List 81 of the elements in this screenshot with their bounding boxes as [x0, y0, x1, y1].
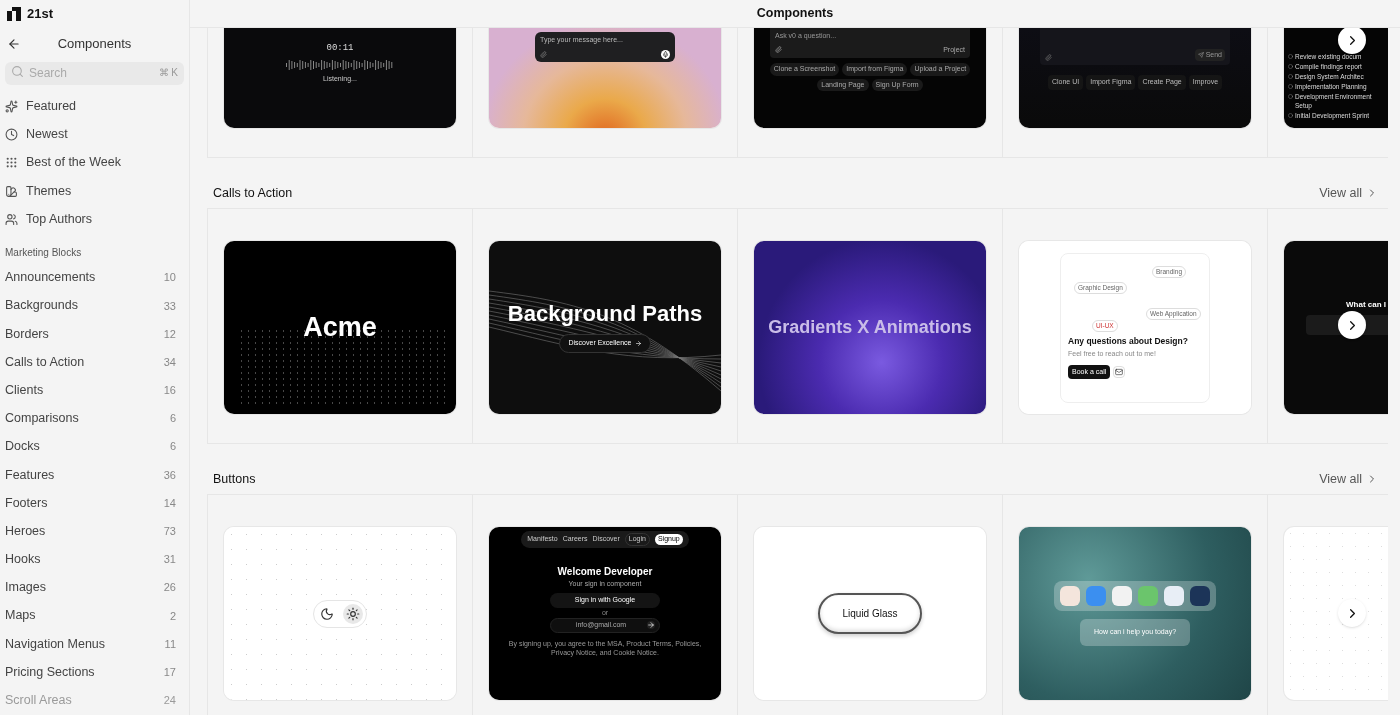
view-all-link[interactable]: View all	[1319, 469, 1378, 489]
nav-icon	[5, 212, 18, 226]
nav-item[interactable]: Newest	[5, 120, 184, 149]
page-title: Components	[756, 5, 834, 23]
item-count: 10	[163, 270, 176, 286]
nav-item[interactable]: Top Authors	[5, 205, 184, 234]
brand-name: 21st	[27, 5, 54, 24]
attach-icon	[775, 46, 782, 54]
sun-icon[interactable]	[343, 603, 363, 624]
category-item[interactable]: Footers 14	[5, 489, 184, 518]
nav-icon	[5, 99, 18, 113]
app-icon[interactable]	[1190, 586, 1210, 607]
category-item[interactable]: Calls to Action 34	[5, 348, 184, 377]
preview-title: Welcome Developer	[557, 564, 653, 579]
item-count: 34	[163, 354, 176, 370]
group-heading: Marketing Blocks	[5, 246, 83, 261]
preview-title: Background Paths	[507, 302, 703, 327]
category-item[interactable]: Maps 2	[5, 601, 184, 630]
component-preview[interactable]: Liquid Glass	[754, 527, 986, 700]
item-count: 6	[169, 411, 176, 427]
component-preview[interactable]: What can I	[1284, 241, 1388, 414]
item-count: 14	[163, 495, 176, 511]
item-count: 17	[163, 664, 176, 680]
app-icon[interactable]	[1164, 586, 1184, 607]
item-count: 11	[164, 636, 176, 652]
category-item[interactable]: Pricing Sections 17	[5, 658, 184, 687]
view-all-link[interactable]: View all	[1319, 183, 1378, 203]
item-count: 36	[163, 467, 176, 483]
attach-icon	[540, 51, 547, 58]
attach-icon	[1045, 54, 1052, 61]
section-title: Buttons	[213, 470, 256, 488]
item-count: 24	[163, 693, 176, 709]
category-item[interactable]: Docks 6	[5, 432, 184, 461]
glass-button[interactable]: Liquid Glass	[818, 593, 922, 634]
item-count: 26	[163, 580, 176, 596]
app-icon[interactable]	[1112, 586, 1132, 607]
timer-text: 00:11	[326, 42, 354, 55]
component-preview[interactable]	[489, 527, 721, 700]
item-count: 16	[163, 383, 176, 399]
item-count: 2	[169, 608, 176, 624]
mail-icon[interactable]	[1113, 365, 1126, 378]
nav-icon	[5, 184, 18, 198]
category-item[interactable]: Backgrounds 33	[5, 291, 184, 320]
preview-title: Gradients X Animations	[768, 316, 972, 339]
shortcut-hint: ⌘ K	[158, 66, 178, 80]
category-item[interactable]: Hooks 31	[5, 545, 184, 574]
nav-item[interactable]: Best of the Week	[5, 148, 184, 177]
nav-item[interactable]: Featured	[5, 92, 184, 121]
preview-title: Acme	[303, 311, 377, 345]
status-icon	[1288, 113, 1293, 118]
item-count: 73	[163, 524, 176, 539]
arrow-right-icon	[634, 340, 642, 347]
preview-title: Any questions about Design?	[1068, 336, 1189, 347]
category-item[interactable]: Features 36	[5, 460, 184, 489]
logo-icon	[7, 7, 21, 21]
category-item[interactable]: Clients 16	[5, 376, 184, 405]
nav-item[interactable]: Themes	[5, 176, 184, 206]
sidebar-title: Components	[56, 35, 133, 54]
nav-icon	[5, 127, 18, 141]
component-preview[interactable]: Acme	[224, 241, 456, 414]
item-count: 31	[163, 552, 176, 568]
search-icon	[11, 65, 24, 78]
item-count: 12	[163, 326, 176, 342]
category-item[interactable]: Comparisons 6	[5, 404, 184, 433]
item-count: 33	[163, 298, 176, 314]
nav-icon	[5, 156, 18, 170]
category-item[interactable]: Announcements 10	[5, 263, 184, 292]
submit-icon[interactable]	[647, 621, 655, 630]
category-item[interactable]: Heroes 73	[5, 517, 184, 546]
item-count: 6	[169, 439, 176, 455]
back-icon[interactable]	[7, 37, 21, 51]
category-item[interactable]: Navigation Menus 11	[5, 629, 184, 659]
mic-icon	[661, 50, 670, 59]
category-item[interactable]: Images 26	[5, 573, 184, 602]
preview-title: What can I	[1346, 299, 1386, 311]
waveform-icon	[286, 59, 394, 70]
send-icon	[1197, 51, 1204, 58]
component-preview[interactable]: Gradients X Animations	[754, 241, 986, 414]
theme-toggle[interactable]	[313, 599, 367, 628]
section-title: Calls to Action	[213, 184, 293, 202]
category-item[interactable]: Borders 12	[5, 319, 184, 349]
